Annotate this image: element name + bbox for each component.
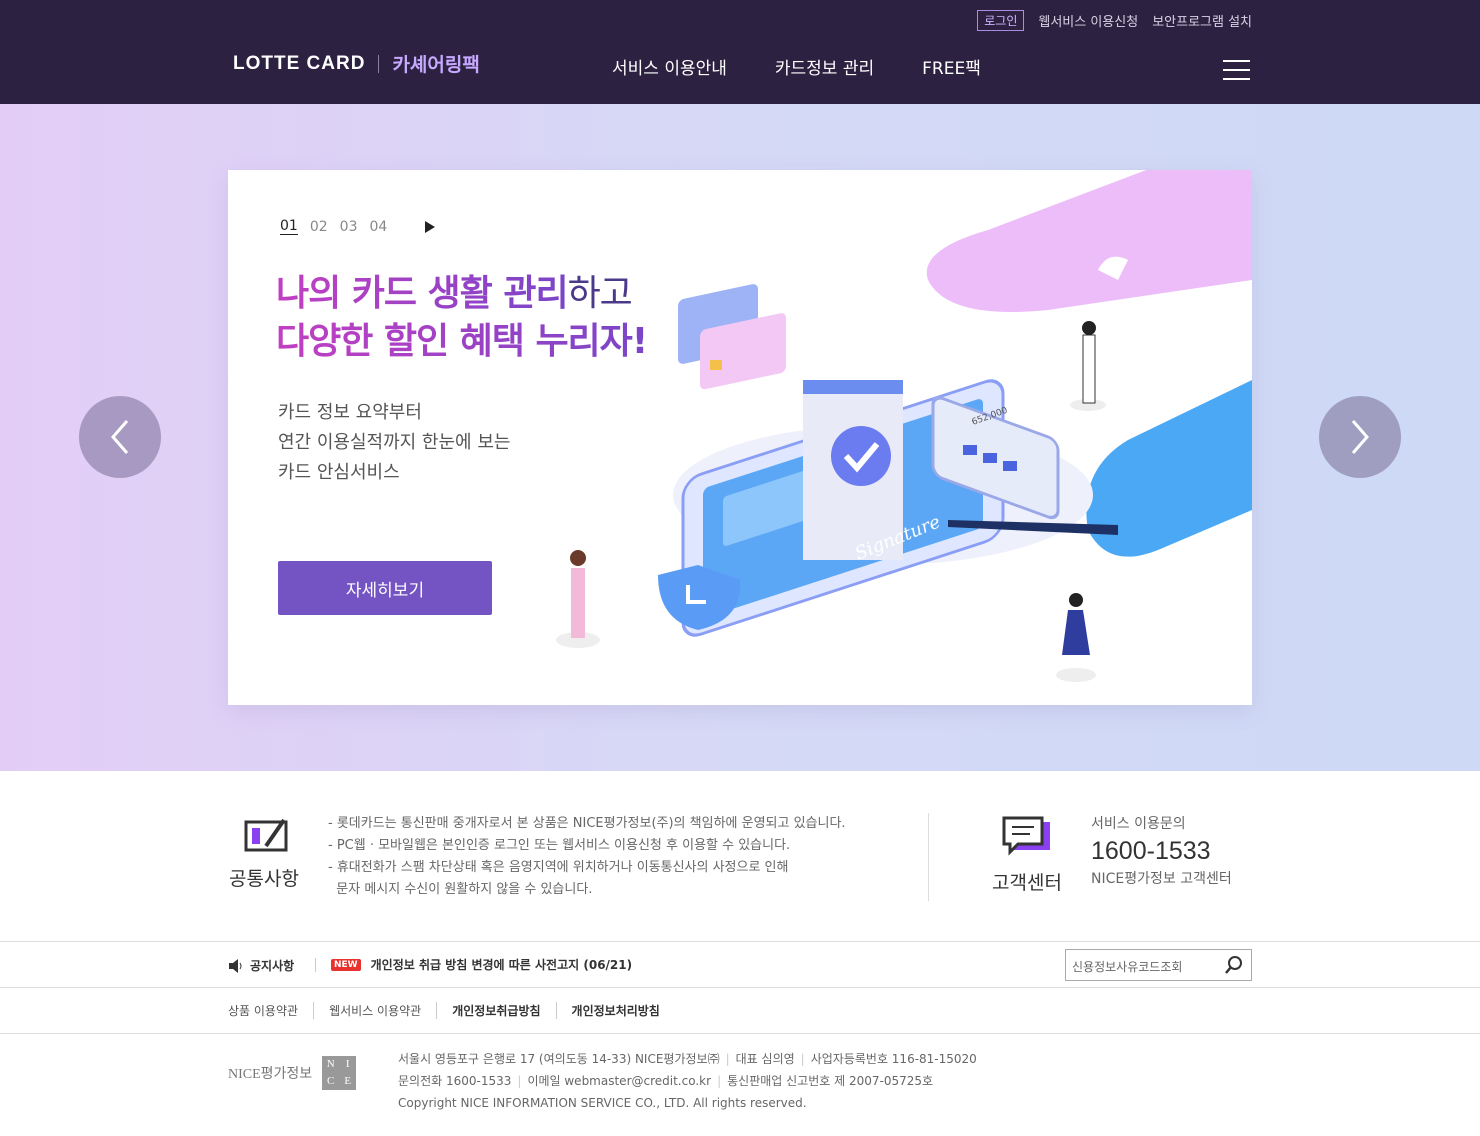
slide-page-4[interactable]: 04 — [369, 219, 387, 235]
headline-highlight-1: 나의 카드 생활 관리 — [276, 273, 569, 314]
common-notice-list: - 롯데카드는 통신판매 중개자로서 본 상품은 NICE평가정보(주)의 책임… — [328, 813, 846, 901]
notice-label-text: 공지사항 — [250, 959, 295, 973]
contact-email: 이메일 webmaster@credit.co.kr — [527, 1074, 712, 1088]
credit-code-search-input[interactable]: 신용정보사유코드조회 — [1065, 949, 1252, 981]
info-area: 공통사항 - 롯데카드는 통신판매 중개자로서 본 상품은 NICE평가정보(주… — [0, 771, 1480, 941]
chevron-right-icon — [1351, 420, 1369, 454]
headline-highlight-2: 다양한 할인 혜택 누리자! — [276, 321, 648, 362]
web-service-terms-link[interactable]: 웹서비스 이용약관 — [313, 1002, 436, 1019]
chat-bubble-icon — [1002, 816, 1050, 856]
contact-phone: 문의전화 1600-1533 — [398, 1074, 512, 1088]
nav-service-guide[interactable]: 서비스 이용안내 — [612, 54, 727, 79]
latest-notice-link[interactable]: NEW 개인정보 취급 방침 변경에 따른 사전고지 (06/21) — [331, 956, 632, 973]
notice-item: 문자 메시지 수신이 원활하지 않을 수 있습니다. — [328, 882, 593, 897]
pen-note-icon — [244, 818, 288, 852]
notice-item: - PC웹 · 모바일웹은 본인인증 로그인 또는 웹서비스 이용신청 후 이용… — [328, 838, 791, 853]
terms-links: 상품 이용약관 웹서비스 이용약관 개인정보취급방침 개인정보처리방침 — [228, 1002, 675, 1019]
desc-line-3: 카드 안심서비스 — [278, 462, 400, 483]
customer-center-title: 고객센터 — [992, 872, 1062, 894]
utility-menu: 로그인 웹서비스 이용신청 보안프로그램 설치 — [977, 10, 1252, 31]
desc-line-1: 카드 정보 요약부터 — [278, 402, 422, 423]
top-header: 로그인 웹서비스 이용신청 보안프로그램 설치 LOTTE CARD 카셰어링팩… — [0, 0, 1480, 104]
slide-page-1[interactable]: 01 — [280, 218, 298, 235]
terms-bar: 상품 이용약관 웹서비스 이용약관 개인정보취급방침 개인정보처리방침 — [0, 988, 1480, 1034]
footer: NICE평가정보 NICE 서울시 영등포구 은행로 17 (여의도동 14-3… — [0, 1034, 1480, 1136]
logo-service-name: 카셰어링팩 — [392, 54, 480, 76]
slide-headline: 나의 카드 생활 관리하고 다양한 할인 혜택 누리자! — [276, 270, 648, 366]
divider — [928, 813, 929, 901]
new-badge: NEW — [331, 958, 361, 971]
nice-logo-text: NICE평가정보 — [228, 1067, 313, 1082]
company-info: 서울시 영등포구 은행로 17 (여의도동 14-33) NICE평가정보㈜ | 대… — [398, 1048, 977, 1114]
cs-center-name: NICE평가정보 고객센터 — [1091, 871, 1232, 887]
privacy-processing-policy-link[interactable]: 개인정보처리방침 — [555, 1002, 675, 1019]
login-link[interactable]: 로그인 — [977, 10, 1025, 31]
cs-phone-number: 1600-1533 — [1091, 837, 1211, 865]
slide-page-3[interactable]: 03 — [340, 219, 358, 235]
search-icon[interactable] — [1225, 956, 1243, 974]
ceo: 대표 심의영 — [735, 1052, 795, 1066]
prev-slide-button[interactable] — [79, 396, 161, 478]
copyright: Copyright NICE INFORMATION SERVICE CO., … — [398, 1096, 807, 1110]
slide-pager: 01 02 03 04 — [280, 218, 436, 235]
nav-card-info[interactable]: 카드정보 관리 — [775, 54, 874, 79]
desc-line-2: 연간 이용실적까지 한눈에 보는 — [278, 432, 511, 453]
product-terms-link[interactable]: 상품 이용약관 — [228, 1002, 313, 1019]
web-service-apply-link[interactable]: 웹서비스 이용신청 — [1038, 11, 1138, 30]
nice-logo: NICE평가정보 NICE — [228, 1056, 357, 1090]
slide-card: Signature 652,000 01 02 03 04 나의 카드 생활 관… — [228, 170, 1252, 705]
latest-notice-title: 개인정보 취급 방침 변경에 따른 사전고지 (06/21) — [370, 958, 633, 972]
customer-center-info: 서비스 이용문의 1600-1533 NICE평가정보 고객센터 — [1091, 813, 1232, 888]
notice-label[interactable]: 공지사항 — [228, 957, 294, 974]
main-nav: 서비스 이용안내 카드정보 관리 FREE팩 — [612, 54, 981, 79]
common-notice-block: 공통사항 — [228, 816, 300, 891]
slide-page-2[interactable]: 02 — [310, 219, 328, 235]
next-slide-button[interactable] — [1319, 396, 1401, 478]
address: 서울시 영등포구 은행로 17 (여의도동 14-33) NICE평가정보㈜ — [398, 1052, 720, 1066]
main-visual: Signature 652,000 01 02 03 04 나의 카드 생활 관… — [0, 104, 1480, 771]
logo-divider — [378, 54, 380, 73]
headline-text-1: 하고 — [567, 273, 633, 314]
notice-bar: 공지사항 NEW 개인정보 취급 방침 변경에 따른 사전고지 (06/21) … — [0, 941, 1480, 988]
divider — [315, 958, 316, 972]
logo-brand: LOTTE CARD — [233, 52, 366, 74]
site-logo[interactable]: LOTTE CARD 카셰어링팩 — [233, 50, 480, 77]
notice-item: - 휴대전화가 스팸 차단상태 혹은 음영지역에 위치하거나 이동통신사의 사정… — [328, 860, 789, 875]
search-placeholder: 신용정보사유코드조회 — [1072, 960, 1183, 974]
nice-logo-mark: NICE — [322, 1056, 357, 1090]
chevron-left-icon — [111, 420, 129, 454]
mail-order-number: 통신판매업 신고번호 제 2007-05725호 — [727, 1074, 934, 1088]
speaker-icon — [229, 958, 242, 973]
customer-center-block: 고객센터 — [990, 816, 1064, 895]
play-icon[interactable] — [425, 220, 436, 233]
nav-free-pack[interactable]: FREE팩 — [922, 54, 981, 79]
cs-inquiry-label: 서비스 이용문의 — [1091, 816, 1186, 832]
business-number: 사업자등록번호 116-81-15020 — [810, 1052, 977, 1066]
security-program-link[interactable]: 보안프로그램 설치 — [1152, 11, 1252, 30]
slide-description: 카드 정보 요약부터 연간 이용실적까지 한눈에 보는 카드 안심서비스 — [278, 398, 510, 488]
hamburger-menu-icon[interactable] — [1223, 60, 1250, 80]
privacy-handling-policy-link[interactable]: 개인정보취급방침 — [436, 1002, 555, 1019]
notice-item: - 롯데카드는 통신판매 중개자로서 본 상품은 NICE평가정보(주)의 책임… — [328, 816, 846, 831]
view-detail-button[interactable]: 자세히보기 — [278, 561, 492, 615]
common-notice-title: 공통사항 — [229, 868, 299, 890]
